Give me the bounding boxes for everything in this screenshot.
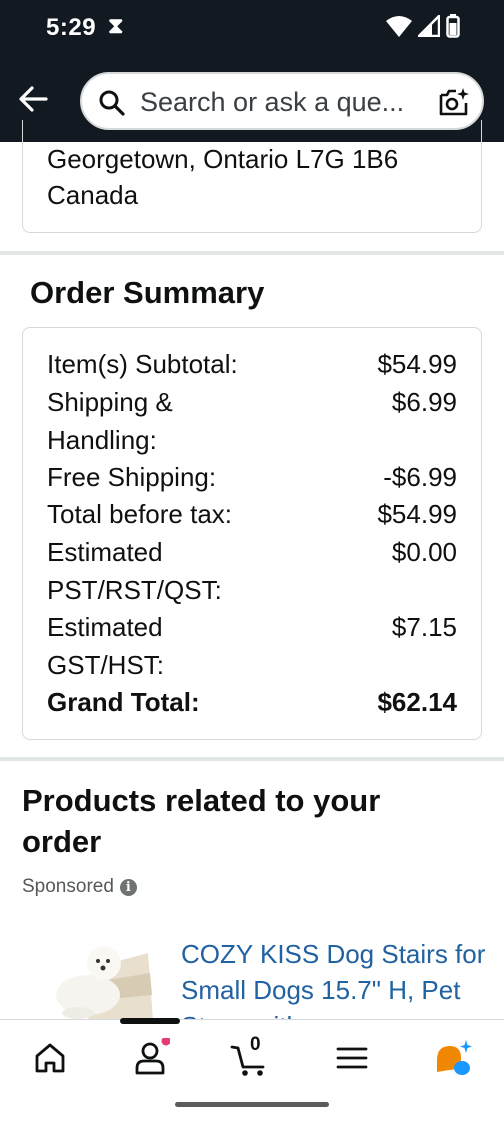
status-time: 5:29 bbox=[46, 14, 97, 41]
info-icon[interactable]: i bbox=[119, 878, 137, 896]
summary-value: $6.99 bbox=[391, 387, 457, 417]
gesture-bar bbox=[175, 1102, 329, 1107]
back-arrow-icon[interactable] bbox=[16, 82, 50, 116]
summary-value: $54.99 bbox=[377, 499, 457, 529]
summary-label: Shipping & Handling: bbox=[47, 387, 173, 455]
summary-label: Free Shipping: bbox=[47, 462, 217, 492]
summary-label: Total before tax: bbox=[47, 499, 232, 529]
cart-count: 0 bbox=[250, 1034, 261, 1055]
summary-value: -$6.99 bbox=[383, 462, 457, 492]
sponsored-label: Sponsored i bbox=[22, 876, 137, 898]
status-icons bbox=[386, 14, 460, 38]
home-icon[interactable] bbox=[30, 1038, 70, 1078]
related-products-title: Products related to your order bbox=[22, 783, 381, 859]
wifi-icon bbox=[386, 16, 412, 37]
address-line-city: Georgetown, Ontario L7G 1B6 bbox=[47, 144, 399, 174]
hourglass-icon: ⧗ bbox=[108, 13, 124, 38]
account-icon[interactable] bbox=[130, 1038, 170, 1078]
summary-value: $54.99 bbox=[377, 349, 457, 379]
product-image[interactable] bbox=[48, 935, 160, 1020]
summary-label: Item(s) Subtotal: bbox=[47, 349, 238, 379]
summary-label: Grand Total: bbox=[47, 687, 200, 717]
summary-label: Estimated GST/HST: bbox=[47, 612, 165, 680]
search-icon bbox=[99, 90, 125, 116]
sponsored-text: Sponsored bbox=[22, 876, 114, 897]
status-bar: 5:29 ⧗ bbox=[0, 0, 504, 60]
shipping-address-card: Georgetown, Ontario L7G 1B6 Canada bbox=[22, 120, 482, 233]
active-tab-indicator bbox=[120, 1018, 180, 1024]
rufus-ai-icon[interactable] bbox=[433, 1038, 473, 1078]
order-summary-title: Order Summary bbox=[30, 275, 265, 310]
search-input[interactable]: Search or ask a que... bbox=[140, 87, 404, 118]
section-divider bbox=[0, 251, 504, 255]
summary-value: $62.14 bbox=[377, 687, 457, 717]
signal-icon bbox=[418, 15, 440, 37]
address-line-country: Canada bbox=[47, 180, 139, 210]
summary-value: $0.00 bbox=[391, 537, 457, 567]
section-divider bbox=[0, 757, 504, 761]
battery-icon bbox=[446, 14, 460, 38]
bottom-nav: 0 bbox=[0, 1019, 504, 1123]
camera-lens-icon[interactable] bbox=[438, 86, 470, 118]
order-summary-card: Item(s) Subtotal: $54.99 Shipping & Hand… bbox=[22, 327, 482, 740]
summary-value: $7.15 bbox=[391, 612, 457, 642]
summary-label: Estimated PST/RST/QST: bbox=[47, 537, 222, 605]
menu-icon[interactable] bbox=[332, 1038, 372, 1078]
